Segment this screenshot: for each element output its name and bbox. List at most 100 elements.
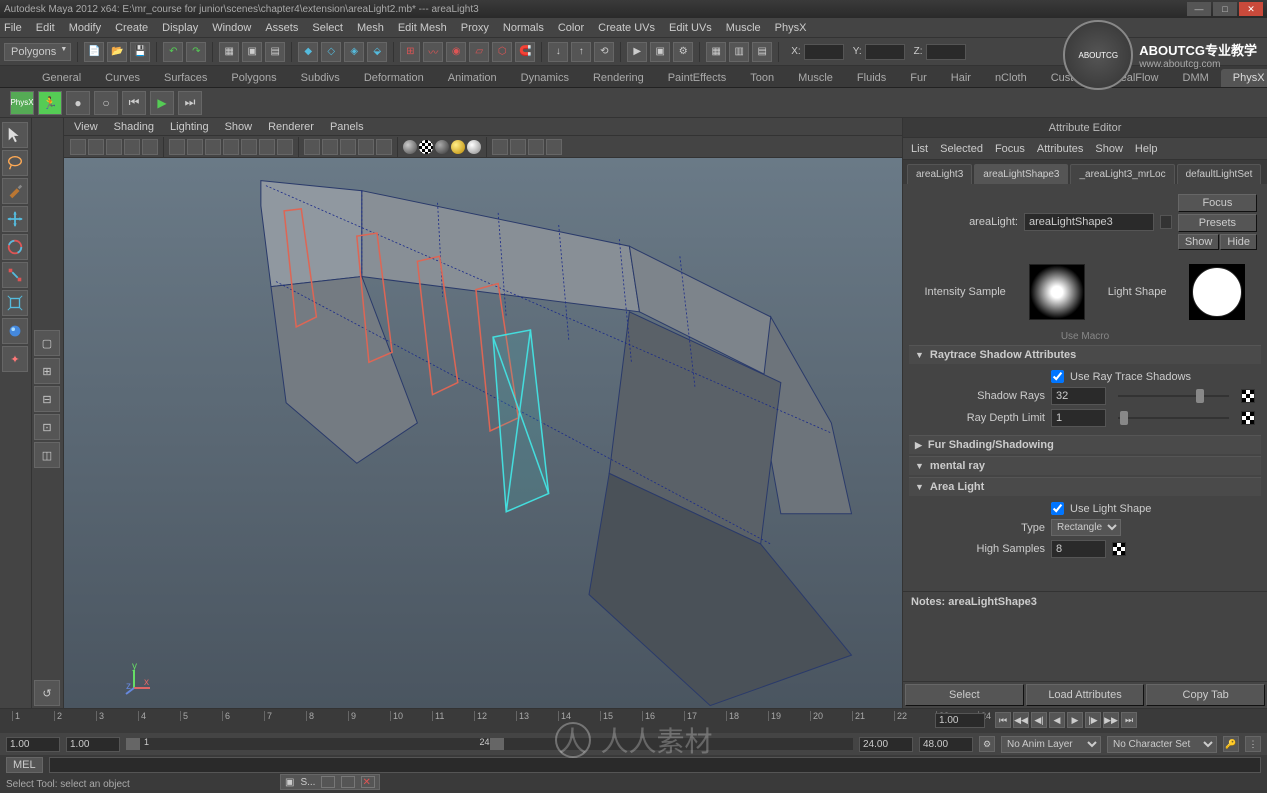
select-button[interactable]: Select [905,684,1024,706]
mentalray-section-header[interactable]: ▼ mental ray [909,457,1261,475]
physx-record-icon[interactable]: ○ [94,91,118,115]
four-view-icon[interactable]: ⊞ [34,358,60,384]
menu-mesh[interactable]: Mesh [357,22,384,34]
minimize-button[interactable]: — [1187,2,1211,16]
snap-plane-icon[interactable]: ▱ [469,42,489,62]
mask-uv-icon[interactable]: ⬙ [367,42,387,62]
shadow-rays-slider[interactable] [1118,395,1229,397]
vp-menu-panels[interactable]: Panels [330,121,364,133]
step-back-key-icon[interactable]: ◀| [1031,712,1047,728]
menu-muscle[interactable]: Muscle [726,22,761,34]
shadow-rays-input[interactable] [1051,387,1106,405]
shelf-tab-rendering[interactable]: Rendering [581,69,656,87]
vp-safe-title-icon[interactable] [277,139,293,155]
anim-end-input[interactable] [919,737,973,752]
range-slider[interactable]: 1 24 [126,738,853,750]
vp-gate-mask-icon[interactable] [223,139,239,155]
vp-motion-trail-icon[interactable] [546,139,562,155]
vp-menu-show[interactable]: Show [225,121,253,133]
show-button[interactable]: Show [1178,234,1220,250]
toggle-channelbox-icon[interactable]: ▤ [752,42,772,62]
vp-menu-renderer[interactable]: Renderer [268,121,314,133]
menu-assets[interactable]: Assets [265,22,298,34]
vp-field-chart-icon[interactable] [241,139,257,155]
step-fwd-frame-icon[interactable]: ▶▶ [1103,712,1119,728]
coord-y-input[interactable] [865,44,905,60]
magnet-icon[interactable]: 🧲 [515,42,535,62]
attr-tab-arealightshape3[interactable]: areaLightShape3 [974,164,1068,184]
render-settings-icon[interactable]: ⚙ [673,42,693,62]
close-button[interactable]: ✕ [1239,2,1263,16]
high-samples-map-icon[interactable] [1112,542,1126,556]
maximize-button[interactable]: □ [1213,2,1237,16]
forward-icon[interactable]: ⏭ [178,91,202,115]
menu-edit[interactable]: Edit [36,22,55,34]
attr-menu-focus[interactable]: Focus [995,143,1025,155]
physx-icon[interactable]: PhysX [10,91,34,115]
attr-menu-selected[interactable]: Selected [940,143,983,155]
play-forward-icon[interactable]: ▶ [1067,712,1083,728]
physx-run-icon[interactable]: 🏃 [38,91,62,115]
menu-modify[interactable]: Modify [69,22,101,34]
select-object-icon[interactable]: ▣ [242,42,262,62]
shelf-tab-painteffects[interactable]: PaintEffects [656,69,739,87]
menu-select[interactable]: Select [312,22,343,34]
attr-tab-mrloc[interactable]: _areaLight3_mrLoc [1070,164,1174,184]
ray-depth-input[interactable] [1051,409,1106,427]
fur-section-header[interactable]: ▶ Fur Shading/Shadowing [909,436,1261,454]
vp-sphere-gray2-icon[interactable] [435,140,449,154]
persp-outliner-icon[interactable]: ⊟ [34,386,60,412]
shelf-tab-deformation[interactable]: Deformation [352,69,436,87]
command-input[interactable] [49,757,1261,773]
open-scene-icon[interactable]: 📂 [107,42,127,62]
menu-physx[interactable]: PhysX [775,22,807,34]
shelf-tab-hair[interactable]: Hair [939,69,983,87]
hide-button[interactable]: Hide [1220,234,1257,250]
high-samples-input[interactable] [1051,540,1106,558]
mask-vertex-icon[interactable]: ◆ [298,42,318,62]
vp-safe-action-icon[interactable] [259,139,275,155]
shelf-tab-fur[interactable]: Fur [898,69,939,87]
menu-edituvs[interactable]: Edit UVs [669,22,712,34]
range-start-handle[interactable] [126,738,140,750]
attr-menu-show[interactable]: Show [1095,143,1123,155]
shelf-tab-general[interactable]: General [30,69,93,87]
play-back-icon[interactable]: ◀ [1049,712,1065,728]
shelf-tab-dynamics[interactable]: Dynamics [509,69,581,87]
menu-create[interactable]: Create [115,22,148,34]
select-component-icon[interactable]: ▤ [265,42,285,62]
lasso-tool-icon[interactable] [2,150,28,176]
attr-menu-list[interactable]: List [911,143,928,155]
play-icon[interactable]: ▶ [150,91,174,115]
undo-icon[interactable]: ↶ [163,42,183,62]
vp-texture-icon[interactable] [340,139,356,155]
shelf-tab-subdivs[interactable]: Subdivs [289,69,352,87]
taskbar-window-tab[interactable]: ▣ S... ✕ [280,774,380,790]
layout-icon[interactable]: ◫ [34,442,60,468]
vp-sphere-yellow-icon[interactable] [451,140,465,154]
vp-use-lights-icon[interactable] [358,139,374,155]
menu-file[interactable]: File [4,22,22,34]
arealight-section-header[interactable]: ▼ Area Light [909,478,1261,496]
step-back-frame-icon[interactable]: ◀◀ [1013,712,1029,728]
vp-wireframe-icon[interactable] [304,139,320,155]
intensity-sample-swatch[interactable] [1029,264,1085,320]
anim-start-input[interactable] [6,737,60,752]
vp-menu-shading[interactable]: Shading [114,121,154,133]
copy-tab-button[interactable]: Copy Tab [1146,684,1265,706]
taskbar-min-icon[interactable] [321,776,335,788]
menu-createuvs[interactable]: Create UVs [598,22,655,34]
vp-sphere-gray-icon[interactable] [403,140,417,154]
load-attributes-button[interactable]: Load Attributes [1026,684,1145,706]
attr-tab-defaultlightset[interactable]: defaultLightSet [1177,164,1262,184]
use-light-shape-checkbox[interactable] [1051,502,1064,515]
coord-x-input[interactable] [804,44,844,60]
node-lock-icon[interactable] [1160,215,1172,229]
shelf-tab-ncloth[interactable]: nCloth [983,69,1039,87]
shelf-tab-fluids[interactable]: Fluids [845,69,898,87]
vp-sphere-white-icon[interactable] [467,140,481,154]
scale-tool-icon[interactable] [2,262,28,288]
select-hierarchy-icon[interactable]: ▦ [219,42,239,62]
new-scene-icon[interactable]: 📄 [84,42,104,62]
toggle-toolbox-icon[interactable]: ▥ [729,42,749,62]
